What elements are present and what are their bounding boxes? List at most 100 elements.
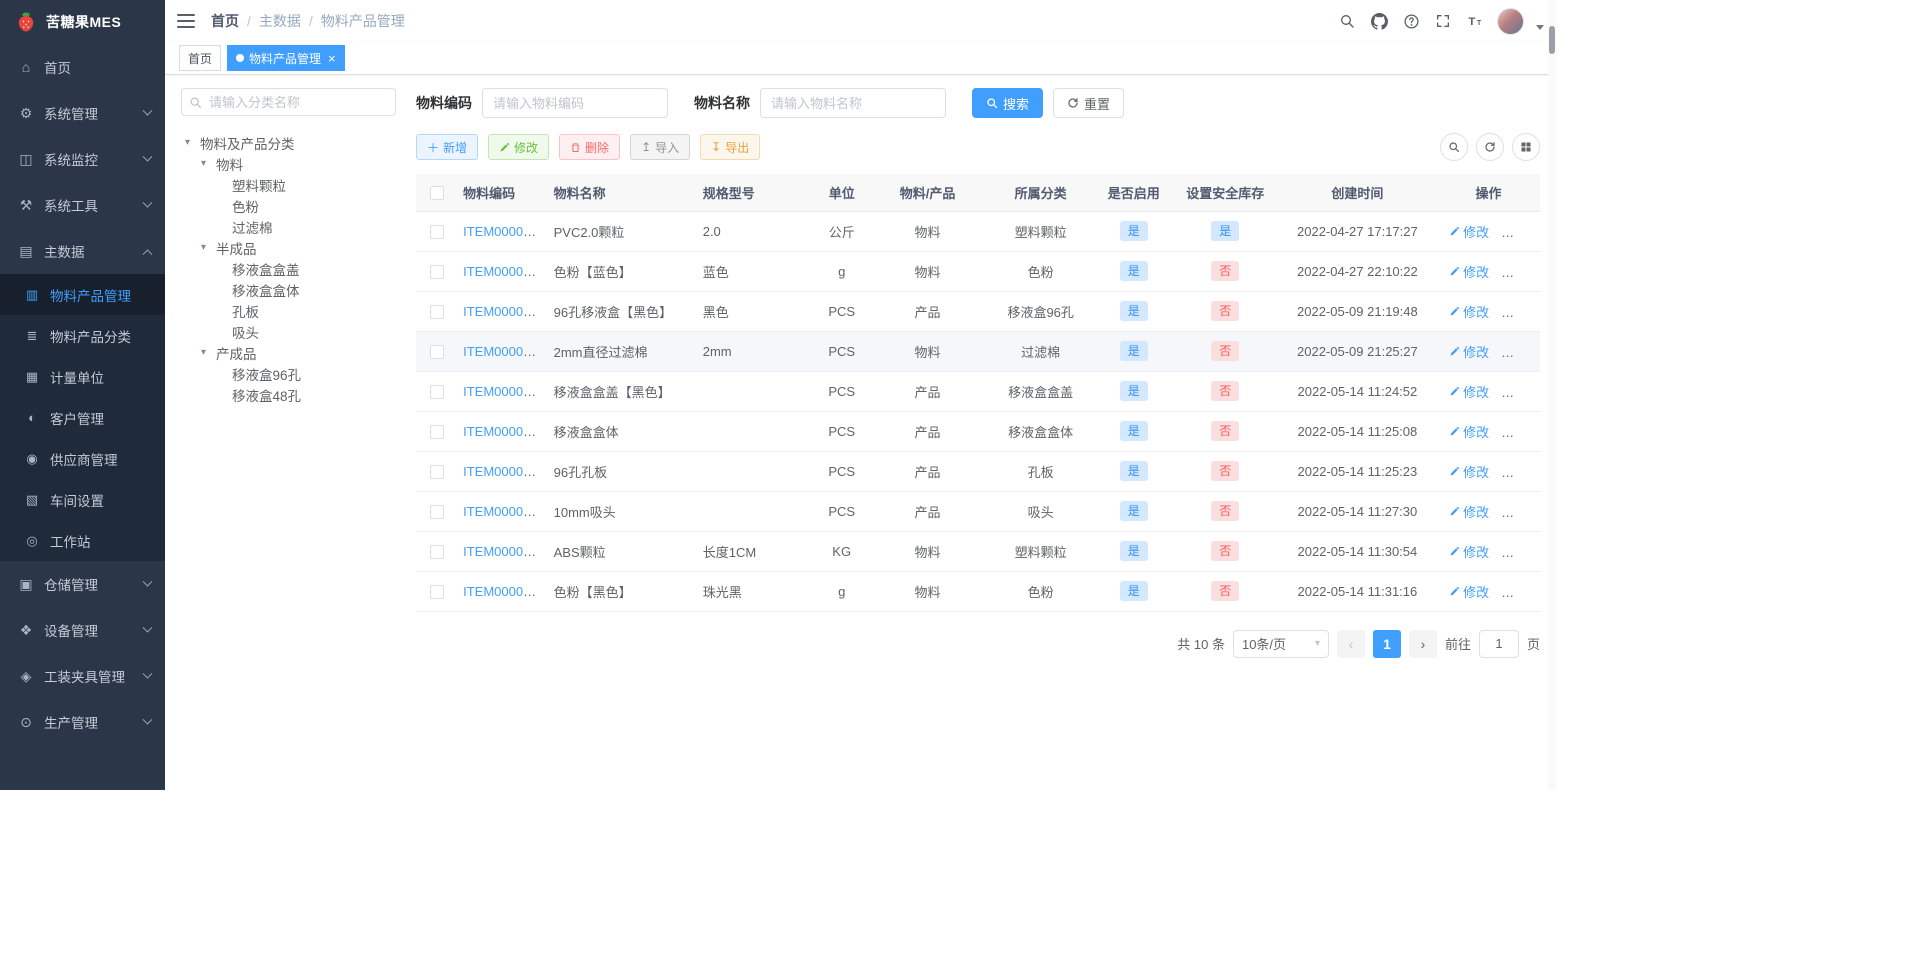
edit-button[interactable]: 修改 <box>488 134 550 160</box>
hamburger-icon[interactable] <box>177 14 195 28</box>
category-search-input[interactable] <box>181 88 396 116</box>
row-checkbox[interactable] <box>429 304 444 319</box>
user-avatar[interactable] <box>1497 7 1524 35</box>
row-checkbox[interactable] <box>429 384 444 399</box>
enabled-badge[interactable]: 是 <box>1119 261 1148 281</box>
enabled-badge[interactable]: 是 <box>1119 341 1148 361</box>
enabled-badge[interactable]: 是 <box>1119 221 1148 241</box>
enabled-badge[interactable]: 是 <box>1119 301 1148 321</box>
safety-stock-badge[interactable]: 否 <box>1211 381 1240 401</box>
app-logo[interactable]: 苦糖果MES <box>0 0 165 44</box>
sidebar-item[interactable]: ⚒ 系统工具 <box>0 182 165 228</box>
sidebar-subitem[interactable]: ≣ 物料产品分类 <box>0 315 165 356</box>
sidebar-item[interactable]: ❖ 设备管理 <box>0 607 165 653</box>
safety-stock-badge[interactable]: 否 <box>1211 301 1240 321</box>
tab-item[interactable]: 首页 <box>179 45 222 71</box>
scrollbar-track[interactable] <box>1548 0 1556 790</box>
sidebar-subitem[interactable]: ◎ 工作站 <box>0 520 165 561</box>
tree-node[interactable]: 移液盒48孔 <box>181 384 396 405</box>
select-all-checkbox[interactable] <box>429 186 444 201</box>
tab-active[interactable]: 物料产品管理 × <box>227 45 345 71</box>
enabled-badge[interactable]: 是 <box>1119 421 1148 441</box>
item-code-link[interactable]: ITEM00000055 <box>463 544 547 559</box>
add-button[interactable]: ＋ 新增 <box>416 134 479 160</box>
item-code-link[interactable]: ITEM00000041 <box>463 264 547 279</box>
breadcrumb-item[interactable]: 主数据 <box>259 11 301 31</box>
edit-row-button[interactable]: 修改 <box>1449 382 1489 401</box>
page-size-select[interactable]: 10条/页 ▾ <box>1232 629 1329 658</box>
tab-close-icon[interactable]: × <box>328 52 336 65</box>
enabled-badge[interactable]: 是 <box>1119 381 1148 401</box>
row-checkbox[interactable] <box>429 264 444 279</box>
sidebar-item[interactable]: ▤ 主数据 <box>0 228 165 274</box>
edit-row-button[interactable]: 修改 <box>1449 342 1489 361</box>
chevron-down-icon[interactable] <box>1536 24 1544 30</box>
sidebar-item[interactable]: ◫ 系统监控 <box>0 136 165 182</box>
github-icon[interactable] <box>1369 11 1389 31</box>
scrollbar-thumb[interactable] <box>1549 26 1555 54</box>
safety-stock-badge[interactable]: 是 <box>1211 221 1240 241</box>
material-code-input[interactable] <box>482 88 668 118</box>
sidebar-subitem[interactable]: ▦ 计量单位 <box>0 356 165 397</box>
fullscreen-icon[interactable] <box>1433 11 1453 31</box>
tree-node[interactable]: ▾ 物料及产品分类 <box>181 132 396 153</box>
tree-node[interactable]: ▾ 物料 <box>181 153 396 174</box>
sidebar-item[interactable]: ◈ 工装夹具管理 <box>0 653 165 699</box>
material-name-input[interactable] <box>760 88 946 118</box>
toggle-columns-button[interactable] <box>1512 133 1540 161</box>
sidebar-item[interactable]: ⚙ 系统管理 <box>0 90 165 136</box>
search-button[interactable]: 搜索 <box>972 88 1044 118</box>
safety-stock-badge[interactable]: 否 <box>1211 461 1240 481</box>
sidebar-item[interactable]: ▣ 仓储管理 <box>0 561 165 607</box>
safety-stock-badge[interactable]: 否 <box>1211 341 1240 361</box>
enabled-badge[interactable]: 是 <box>1119 581 1148 601</box>
safety-stock-badge[interactable]: 否 <box>1211 541 1240 561</box>
row-checkbox[interactable] <box>429 224 444 239</box>
edit-row-button[interactable]: 修改 <box>1449 462 1489 481</box>
tree-node[interactable]: 移液盒盒盖 <box>181 258 396 279</box>
edit-row-button[interactable]: 修改 <box>1449 262 1489 281</box>
tree-node[interactable]: 过滤棉 <box>181 216 396 237</box>
row-checkbox[interactable] <box>429 544 444 559</box>
edit-row-button[interactable]: 修改 <box>1449 222 1489 241</box>
tree-node[interactable]: 移液盒96孔 <box>181 363 396 384</box>
safety-stock-badge[interactable]: 否 <box>1211 581 1240 601</box>
tree-node[interactable]: ▾ 半成品 <box>181 237 396 258</box>
safety-stock-badge[interactable]: 否 <box>1211 501 1240 521</box>
item-code-link[interactable]: ITEM00000056 <box>463 584 547 599</box>
breadcrumb-item[interactable]: 首页 <box>211 11 239 31</box>
item-code-link[interactable]: ITEM00000052 <box>463 424 547 439</box>
enabled-badge[interactable]: 是 <box>1119 541 1148 561</box>
sidebar-item[interactable]: ⊙ 生产管理 <box>0 699 165 745</box>
tree-node[interactable]: 吸头 <box>181 321 396 342</box>
tree-node[interactable]: 色粉 <box>181 195 396 216</box>
tree-node[interactable]: 孔板 <box>181 300 396 321</box>
row-checkbox[interactable] <box>429 504 444 519</box>
help-icon[interactable] <box>1401 11 1421 31</box>
row-checkbox[interactable] <box>429 424 444 439</box>
delete-button[interactable]: 删除 <box>559 134 621 160</box>
item-code-link[interactable]: ITEM00000051 <box>463 384 547 399</box>
tree-node[interactable]: 塑料颗粒 <box>181 174 396 195</box>
item-code-link[interactable]: ITEM00000053 <box>463 464 547 479</box>
next-page-button[interactable]: › <box>1408 629 1437 658</box>
current-page-button[interactable]: 1 <box>1372 629 1401 658</box>
prev-page-button[interactable]: ‹ <box>1336 629 1365 658</box>
item-code-link[interactable]: ITEM00000046 <box>463 304 547 319</box>
toggle-search-button[interactable] <box>1440 133 1468 161</box>
tree-node[interactable]: 移液盒盒体 <box>181 279 396 300</box>
edit-row-button[interactable]: 修改 <box>1449 542 1489 561</box>
row-checkbox[interactable] <box>429 344 444 359</box>
enabled-badge[interactable]: 是 <box>1119 501 1148 521</box>
export-button[interactable]: ↧ 导出 <box>700 134 761 160</box>
edit-row-button[interactable]: 修改 <box>1449 582 1489 601</box>
search-icon[interactable] <box>1337 11 1357 31</box>
safety-stock-badge[interactable]: 否 <box>1211 261 1240 281</box>
font-size-icon[interactable]: TT <box>1465 11 1485 31</box>
edit-row-button[interactable]: 修改 <box>1449 502 1489 521</box>
sidebar-subitem[interactable]: ◐ 客户管理 <box>0 397 165 438</box>
sidebar-subitem[interactable]: ▧ 车间设置 <box>0 479 165 520</box>
row-checkbox[interactable] <box>429 584 444 599</box>
sidebar-subitem[interactable]: ▥ 物料产品管理 <box>0 274 165 315</box>
safety-stock-badge[interactable]: 否 <box>1211 421 1240 441</box>
